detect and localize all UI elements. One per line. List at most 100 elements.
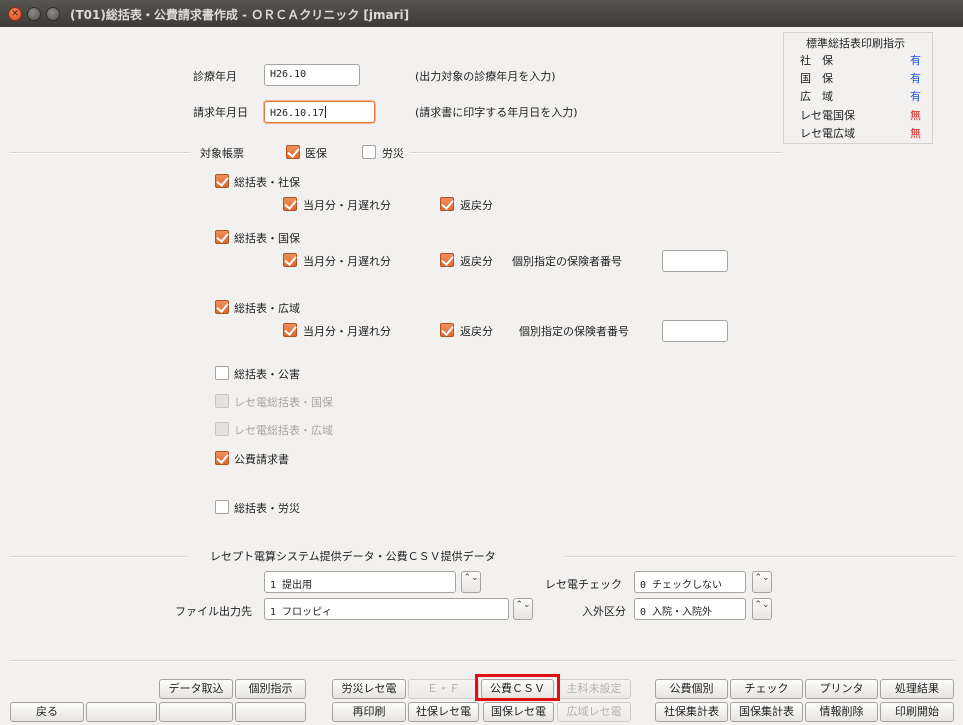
window-title: (T01)総括表・公費請求書作成 - ＯＲＣＡクリニック [jmari] — [70, 8, 410, 22]
back-button[interactable]: 戻る — [10, 702, 84, 722]
rece-check-combo[interactable]: 0 チェックしない — [634, 571, 746, 593]
kokuho-insurer-input[interactable] — [662, 250, 728, 272]
shaho-checkbox[interactable] — [215, 174, 229, 188]
inout-spin-icon[interactable]: ⌃⌄ — [752, 598, 772, 620]
kougai-checkbox[interactable] — [215, 366, 229, 380]
kouhi-csv-highlight — [475, 674, 560, 701]
individual-button[interactable]: 個別指示 — [235, 679, 306, 699]
window-titlebar: ✕ (T01)総括表・公費請求書作成 - ＯＲＣＡクリニック [jmari] — [0, 0, 963, 27]
inout-label: 入外区分 — [582, 605, 626, 618]
kouiki-current-label: 当月分・月遅れ分 — [303, 325, 391, 338]
maximize-icon[interactable] — [46, 7, 60, 21]
kokuho-return-label: 返戻分 — [460, 255, 493, 268]
shinryo-date-note: (出力対象の診療年月を入力) — [415, 70, 556, 83]
rece-kouiki-checkbox — [215, 422, 229, 436]
reprint-button[interactable]: 再印刷 — [332, 702, 406, 722]
kouhi-label: 公費請求書 — [234, 453, 289, 466]
kouiki-current-checkbox[interactable] — [283, 323, 297, 337]
shaho-return-label: 返戻分 — [460, 199, 493, 212]
shaho-return-checkbox[interactable] — [440, 197, 454, 211]
kokuho-total-button[interactable]: 国保集計表 — [730, 702, 803, 722]
shaho-current-checkbox[interactable] — [283, 197, 297, 211]
std-label-kouiki: 広 域 — [800, 90, 833, 103]
ikuho-label: 医保 — [305, 147, 327, 160]
output-spin-icon[interactable]: ⌃⌄ — [513, 598, 533, 620]
shaho-label: 総括表・社保 — [234, 176, 300, 189]
rousai-rece-button[interactable]: 労災レセ電 — [332, 679, 406, 699]
footer-separator — [10, 660, 955, 662]
shaho-total-button[interactable]: 社保集計表 — [655, 702, 728, 722]
std-value-kokuho: 有 — [910, 72, 921, 85]
inout-combo[interactable]: 0 入院・入院外 — [634, 598, 746, 620]
kokuho-current-label: 当月分・月遅れ分 — [303, 255, 391, 268]
standard-print-title: 標準総括表印刷指示 — [806, 37, 905, 50]
ef-button[interactable]: Ｅ・Ｆ — [408, 679, 479, 699]
separator-right — [410, 152, 782, 154]
bill-date-value: H26.10.17 — [270, 108, 325, 119]
mode-spin-icon[interactable]: ⌃⌄ — [461, 571, 481, 593]
kouiki-rece-button[interactable]: 広域レセ電 — [557, 702, 631, 722]
kouiki-return-label: 返戻分 — [460, 325, 493, 338]
kokuho-rece-button[interactable]: 国保レセ電 — [483, 702, 554, 722]
receipt-separator-right — [565, 556, 955, 558]
blank-button-2[interactable] — [159, 702, 233, 722]
separator-left — [10, 152, 190, 154]
kokuho-checkbox[interactable] — [215, 230, 229, 244]
kouiki-insurer-label: 個別指定の保険者番号 — [519, 325, 629, 338]
shaho-current-label: 当月分・月遅れ分 — [303, 199, 391, 212]
kougai-label: 総括表・公害 — [234, 368, 300, 381]
std-label-shaho: 社 保 — [800, 54, 833, 67]
kokuho-insurer-label: 個別指定の保険者番号 — [512, 255, 622, 268]
blank-button-1[interactable] — [86, 702, 157, 722]
receipt-separator-left — [10, 556, 188, 558]
shinryo-date-input[interactable]: H26.10 — [264, 64, 360, 86]
close-icon[interactable]: ✕ — [8, 7, 22, 21]
std-value-rece-kokuho: 無 — [910, 109, 921, 122]
minimize-icon[interactable] — [27, 7, 41, 21]
ikuho-checkbox[interactable] — [286, 145, 300, 159]
std-value-shaho: 有 — [910, 54, 921, 67]
kouiki-checkbox[interactable] — [215, 300, 229, 314]
dept-unset-button[interactable]: 主科未設定 — [557, 679, 631, 699]
printer-button[interactable]: プリンタ — [805, 679, 878, 699]
rece-check-label: レセ電チェック — [545, 578, 622, 591]
std-value-kouiki: 有 — [910, 90, 921, 103]
receipt-title: レセプト電算システム提供データ・公費ＣＳＶ提供データ — [210, 550, 496, 563]
rece-check-spin-icon[interactable]: ⌃⌄ — [752, 571, 772, 593]
rousai-label: 労災 — [382, 147, 404, 160]
rece-kokuho-label: レセ電総括表・国保 — [234, 396, 333, 409]
kouiki-label: 総括表・広域 — [234, 302, 300, 315]
kouiki-insurer-input[interactable] — [662, 320, 728, 342]
std-label-rece-kokuho: レセ電国保 — [800, 109, 855, 122]
std-label-rece-kouiki: レセ電広域 — [800, 127, 855, 140]
mode-combo[interactable]: 1 提出用 — [264, 571, 456, 593]
text-caret — [325, 106, 327, 118]
output-combo[interactable]: 1 フロッピィ — [264, 598, 509, 620]
kokuho-label: 総括表・国保 — [234, 232, 300, 245]
rousai-total-label: 総括表・労災 — [234, 502, 300, 515]
std-label-kokuho: 国 保 — [800, 72, 833, 85]
rousai-total-checkbox[interactable] — [215, 500, 229, 514]
rece-kokuho-checkbox — [215, 394, 229, 408]
print-start-button[interactable]: 印刷開始 — [880, 702, 954, 722]
output-label: ファイル出力先 — [175, 605, 252, 618]
bill-date-input[interactable]: H26.10.17 — [264, 101, 375, 123]
rousai-checkbox[interactable] — [362, 145, 376, 159]
result-button[interactable]: 処理結果 — [880, 679, 954, 699]
check-button[interactable]: チェック — [730, 679, 803, 699]
blank-button-3[interactable] — [235, 702, 306, 722]
shaho-rece-button[interactable]: 社保レセ電 — [408, 702, 479, 722]
kokuho-current-checkbox[interactable] — [283, 253, 297, 267]
info-delete-button[interactable]: 情報削除 — [805, 702, 878, 722]
std-value-rece-kouiki: 無 — [910, 127, 921, 140]
data-import-button[interactable]: データ取込 — [159, 679, 233, 699]
target-label: 対象帳票 — [200, 147, 244, 160]
kouhi-individual-button[interactable]: 公費個別 — [655, 679, 728, 699]
rece-kouiki-label: レセ電総括表・広域 — [234, 424, 333, 437]
kouhi-checkbox[interactable] — [215, 451, 229, 465]
kokuho-return-checkbox[interactable] — [440, 253, 454, 267]
kouiki-return-checkbox[interactable] — [440, 323, 454, 337]
bill-date-note: (請求書に印字する年月日を入力) — [415, 106, 578, 119]
bill-date-label: 請求年月日 — [193, 106, 248, 119]
shinryo-date-label: 診療年月 — [193, 70, 237, 83]
